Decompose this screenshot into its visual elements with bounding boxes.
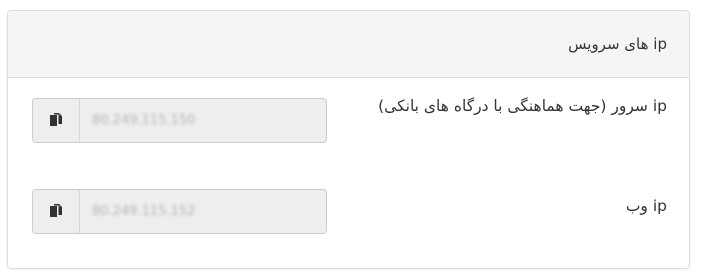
- panel-title: ip های سرویس: [568, 35, 667, 53]
- copy-icon: [50, 113, 62, 126]
- copy-server-ip-button[interactable]: [33, 99, 80, 142]
- server-ip-field[interactable]: [80, 99, 326, 142]
- copy-icon: [50, 204, 62, 217]
- panel-heading: ip های سرویس: [8, 11, 689, 78]
- panel-body: ip سرور (جهت هماهنگی با درگاه های بانکی)…: [8, 78, 689, 268]
- web-ip-field[interactable]: [80, 190, 326, 233]
- web-ip-label: ip وب: [625, 197, 667, 215]
- service-ips-panel: ip های سرویس ip سرور (جهت هماهنگی با درگ…: [7, 10, 690, 269]
- server-ip-input-group: [32, 98, 327, 143]
- copy-web-ip-button[interactable]: [33, 190, 80, 233]
- web-ip-input-group: [32, 189, 327, 234]
- server-ip-label: ip سرور (جهت هماهنگی با درگاه های بانکی): [378, 97, 667, 115]
